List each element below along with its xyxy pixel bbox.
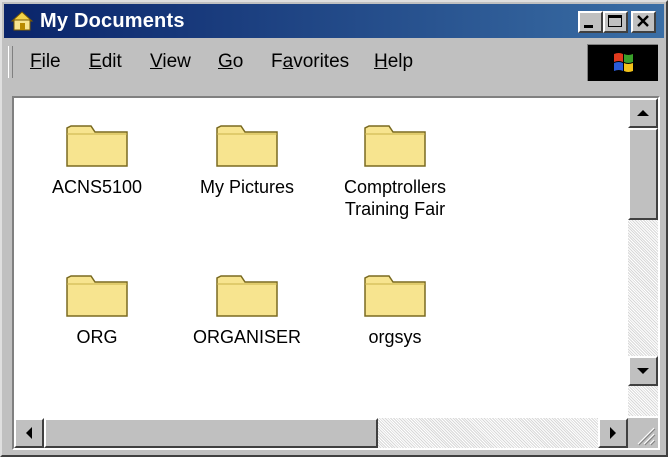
menu-help[interactable]: Help [374, 51, 413, 73]
menu-favorites[interactable]: Favorites [271, 51, 349, 73]
menu-edit[interactable]: Edit [89, 51, 122, 73]
vertical-scroll-thumb[interactable] [628, 128, 658, 220]
folder-acns5100[interactable]: ACNS5100 [22, 118, 172, 198]
folder-view: ACNS5100 My Pictures Comptrollers Traini… [12, 96, 660, 450]
explorer-window: My Documents File Edit View Go Favorites… [0, 0, 668, 457]
folder-label: My Pictures [199, 177, 295, 197]
folder-organiser[interactable]: ORGANISER [172, 268, 322, 348]
folder-my-pictures[interactable]: My Pictures [172, 118, 322, 198]
close-button[interactable] [631, 11, 656, 33]
folder-org[interactable]: ORG [22, 268, 172, 348]
menu-go[interactable]: Go [218, 51, 243, 73]
folder-home-icon [10, 11, 34, 31]
arrow-down-icon [637, 368, 649, 374]
folder-comptrollers-training-fair[interactable]: Comptrollers Training Fair [320, 118, 470, 220]
folder-icon [216, 125, 278, 167]
folder-label: ACNS5100 [51, 177, 143, 197]
arrow-up-icon [637, 110, 649, 116]
windows-logo-icon [614, 53, 633, 72]
folder-label: Comptrollers Training Fair [343, 177, 447, 219]
minimize-icon [584, 25, 593, 28]
window-title: My Documents [40, 10, 185, 32]
folder-label: orgsys [368, 327, 422, 347]
menu-bar: File Edit View Go Favorites Help [4, 40, 664, 84]
minimize-button[interactable] [578, 11, 603, 33]
folder-icon [216, 275, 278, 317]
menu-file[interactable]: File [30, 51, 61, 73]
close-icon [637, 15, 649, 27]
title-bar[interactable]: My Documents [4, 4, 664, 38]
folder-icon [66, 275, 128, 317]
folder-orgsys[interactable]: orgsys [320, 268, 470, 348]
maximize-button[interactable] [603, 11, 628, 33]
folder-label: ORGANISER [192, 327, 302, 347]
scroll-up-button[interactable] [628, 98, 658, 128]
vertical-scrollbar[interactable] [628, 98, 658, 416]
folder-label: ORG [76, 327, 118, 347]
maximize-icon [608, 15, 622, 27]
menu-view[interactable]: View [150, 51, 191, 73]
horizontal-scroll-thumb[interactable] [44, 418, 378, 448]
folder-icon [66, 125, 128, 167]
windows-logo [587, 44, 658, 81]
resize-grip-icon [637, 427, 656, 446]
scroll-down-button[interactable] [628, 356, 658, 386]
arrow-right-icon [610, 427, 616, 439]
scroll-left-button[interactable] [14, 418, 44, 448]
scroll-right-button[interactable] [598, 418, 628, 448]
arrow-left-icon [26, 427, 32, 439]
horizontal-scrollbar[interactable] [14, 418, 628, 448]
folder-icon [364, 125, 426, 167]
resize-grip[interactable] [628, 418, 658, 448]
folder-icon [364, 275, 426, 317]
toolbar-grip[interactable] [8, 46, 13, 78]
